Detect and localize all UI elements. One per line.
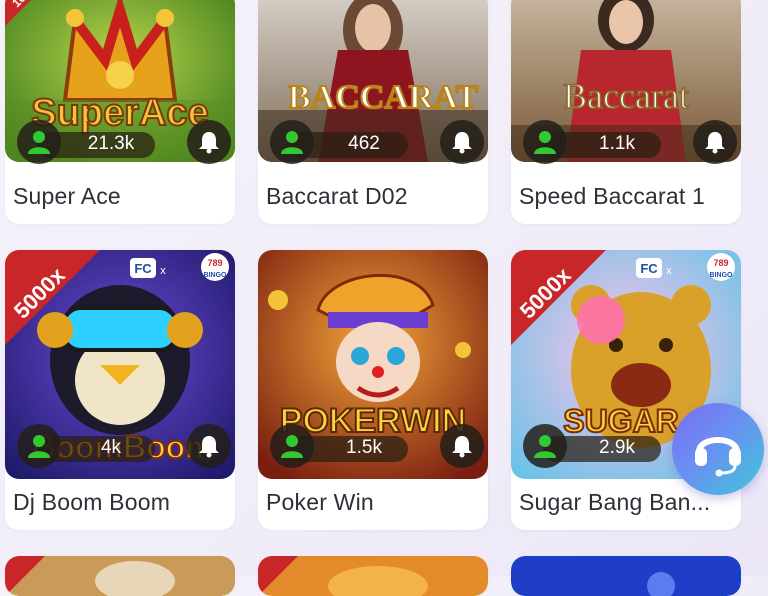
- player-count: 1.1k: [599, 133, 635, 154]
- scrollbar[interactable]: [762, 0, 768, 576]
- player-count-pill: 4k: [17, 424, 155, 468]
- game-card-speed-baccarat-1[interactable]: Baccarat 1.1k Speed Baccarat 1: [511, 0, 741, 224]
- player-count-pill: 1.1k: [523, 120, 661, 164]
- bell-icon[interactable]: [440, 424, 484, 468]
- game-title[interactable]: Super Ace: [13, 183, 231, 210]
- game-title[interactable]: Speed Baccarat 1: [519, 183, 737, 210]
- player-count-pill: 2.9k: [523, 424, 661, 468]
- user-icon: [523, 120, 567, 164]
- player-count: 462: [348, 133, 380, 154]
- game-title[interactable]: Baccarat D02: [266, 183, 484, 210]
- svg-text:789: 789: [207, 258, 222, 268]
- game-logo-text: BACCARAT: [288, 79, 478, 116]
- game-card-row3-1[interactable]: [5, 556, 235, 596]
- user-icon: [17, 424, 61, 468]
- game-thumbnail[interactable]: [511, 556, 741, 596]
- headset-icon: [695, 437, 741, 477]
- customer-support-button[interactable]: [672, 403, 764, 495]
- user-icon: [270, 120, 314, 164]
- game-card-baccarat-d02[interactable]: BACCARAT 462 Baccarat D02: [258, 0, 488, 224]
- svg-text:BINGO: BINGO: [710, 272, 734, 279]
- bell-icon[interactable]: [187, 424, 231, 468]
- svg-text:789: 789: [713, 258, 728, 268]
- user-icon: [270, 424, 314, 468]
- player-count: 1.5k: [346, 437, 382, 458]
- bell-icon[interactable]: [693, 120, 737, 164]
- player-count: 21.3k: [87, 133, 135, 154]
- game-card-poker-win[interactable]: POKERWIN 1.5k Poker Win: [258, 250, 488, 530]
- game-card-row3-3[interactable]: [511, 556, 741, 596]
- brand-logo: FC: [134, 261, 152, 276]
- brand-logo: FC: [640, 261, 658, 276]
- player-count: 2.9k: [599, 437, 635, 458]
- svg-text:x: x: [666, 265, 672, 277]
- user-icon: [17, 120, 61, 164]
- player-count-pill: 21.3k: [17, 120, 155, 164]
- svg-text:BINGO: BINGO: [204, 272, 228, 279]
- game-title[interactable]: Dj Boom Boom: [13, 489, 231, 516]
- game-title[interactable]: Poker Win: [266, 489, 484, 516]
- player-count: 4k: [100, 437, 122, 458]
- game-card-super-ace[interactable]: SuperAce 100 21.3k Super Ace: [5, 0, 235, 224]
- bell-icon[interactable]: [440, 120, 484, 164]
- game-card-dj-boom-boom[interactable]: 5000x FC x 789 BINGO BoomBoom 4k Dj Boom…: [5, 250, 235, 530]
- game-logo-text: Baccarat: [563, 76, 689, 116]
- player-count-pill: 1.5k: [270, 424, 408, 468]
- player-count-pill: 462: [270, 120, 408, 164]
- user-icon: [523, 424, 567, 468]
- svg-text:x: x: [160, 265, 166, 277]
- bell-icon[interactable]: [187, 120, 231, 164]
- game-thumbnail[interactable]: [258, 556, 488, 596]
- game-thumbnail[interactable]: [5, 556, 235, 596]
- game-card-row3-2[interactable]: [258, 556, 488, 596]
